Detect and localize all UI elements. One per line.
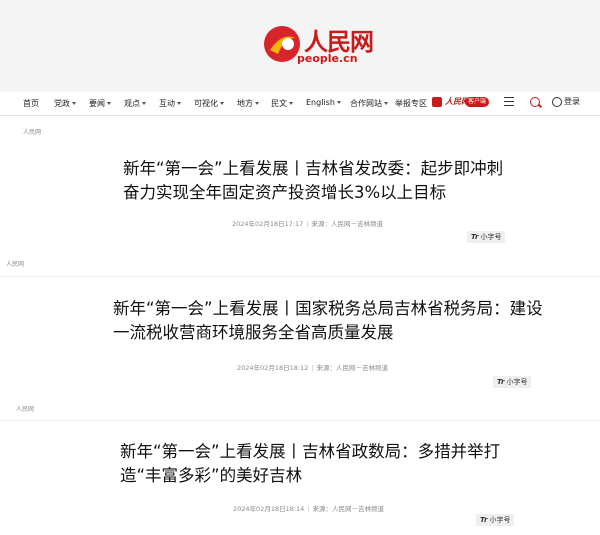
- nav-item-ethnic[interactable]: 民文: [271, 98, 293, 109]
- nav-item-report[interactable]: 举报专区: [395, 98, 427, 109]
- nav-item-local[interactable]: 地方: [237, 98, 259, 109]
- nav-item-visual[interactable]: 可视化: [194, 98, 224, 109]
- chevron-down-icon: [142, 102, 146, 105]
- chevron-down-icon: [289, 102, 293, 105]
- logo-domain: people.cn: [297, 52, 358, 65]
- nav-item-party[interactable]: 党政: [54, 98, 76, 109]
- app-download-link[interactable]: 人民网+ 客户端: [432, 96, 492, 109]
- article-source-tag: 人民网: [6, 261, 25, 268]
- logo-emblem-icon: [264, 26, 300, 62]
- chevron-down-icon: [255, 102, 259, 105]
- nav-item-partners[interactable]: 合作网站: [350, 98, 388, 109]
- article-source-tag: 人民网: [16, 406, 35, 413]
- nav-item-english[interactable]: English: [306, 98, 341, 107]
- menu-icon[interactable]: [504, 97, 514, 106]
- nav-item-interact[interactable]: 互动: [159, 98, 181, 109]
- divider: [0, 276, 600, 277]
- font-size-button[interactable]: Tr 小字号: [476, 514, 515, 526]
- chevron-down-icon: [177, 102, 181, 105]
- text-size-icon: Tr: [497, 378, 505, 386]
- article-source-tag: 人民网: [23, 129, 42, 136]
- text-size-icon: Tr: [471, 233, 479, 241]
- article-meta: 2024年02月18日18:14 | 来源：人民网－吉林频道: [233, 505, 385, 513]
- article-title: 新年“第一会”上看发展丨国家税务总局吉林省税务局：建设一流税收营商环境服务全省高…: [113, 299, 543, 342]
- chevron-down-icon: [336, 101, 341, 104]
- divider: [0, 420, 600, 421]
- article-title: 新年“第一会”上看发展丨吉林省发改委：起步即冲刺 奋力实现全年固定资产投资增长3…: [123, 159, 504, 202]
- site-logo[interactable]: 人民网 people.cn: [262, 18, 374, 68]
- font-size-button[interactable]: Tr 小字号: [467, 231, 506, 243]
- text-size-icon: Tr: [480, 516, 488, 524]
- article-meta: 2024年02月18日18:12 | 来源：人民网－吉林频道: [237, 364, 389, 372]
- nav-item-news[interactable]: 要闻: [89, 98, 111, 109]
- chevron-down-icon: [384, 102, 388, 105]
- chevron-down-icon: [107, 102, 111, 105]
- nav-item-opinion[interactable]: 观点: [124, 98, 146, 109]
- nav-item-home[interactable]: 首页: [23, 98, 39, 109]
- user-icon: [552, 96, 562, 107]
- article-title: 新年“第一会”上看发展丨吉林省政数局：多措并举打造“丰富多彩”的美好吉林: [120, 442, 501, 485]
- search-icon[interactable]: [530, 97, 540, 107]
- chevron-down-icon: [72, 102, 76, 105]
- app-badge: 客户端: [465, 97, 490, 107]
- article-meta: 2024年02月18日17:17 | 来源：人民网－吉林频道: [232, 220, 384, 228]
- app-logo-icon: [432, 97, 442, 107]
- login-button[interactable]: 登录: [552, 96, 580, 110]
- font-size-button[interactable]: Tr 小字号: [493, 376, 532, 388]
- chevron-down-icon: [220, 102, 224, 105]
